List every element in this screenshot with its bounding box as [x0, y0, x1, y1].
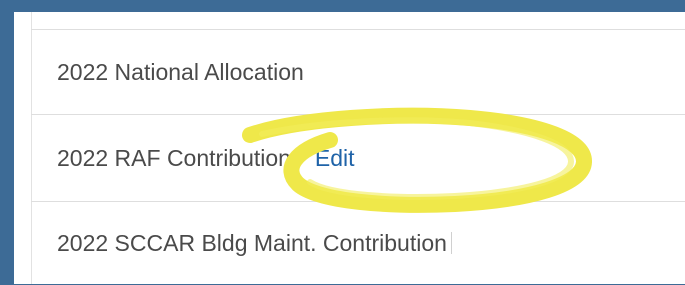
list-item-national-allocation: 2022 National Allocation [31, 29, 685, 115]
national-allocation-label: 2022 National Allocation [57, 59, 304, 85]
text-cursor [450, 232, 452, 254]
list-item-raf-contribution: 2022 RAF Contribution** Edit [31, 114, 685, 202]
raf-contribution-label: 2022 RAF Contribution** [57, 145, 309, 171]
edit-link[interactable]: Edit [315, 145, 355, 171]
sccar-bldg-maint-text: 2022 SCCAR Bldg Maint. Contribution [57, 230, 452, 257]
sccar-bldg-maint-label: 2022 SCCAR Bldg Maint. Contribution [57, 230, 447, 256]
raf-contribution-text: 2022 RAF Contribution** Edit [57, 145, 355, 172]
list-item-sccar-bldg-maint: 2022 SCCAR Bldg Maint. Contribution [31, 201, 685, 285]
contribution-list-panel: 2022 National Allocation 2022 RAF Contri… [14, 12, 685, 284]
